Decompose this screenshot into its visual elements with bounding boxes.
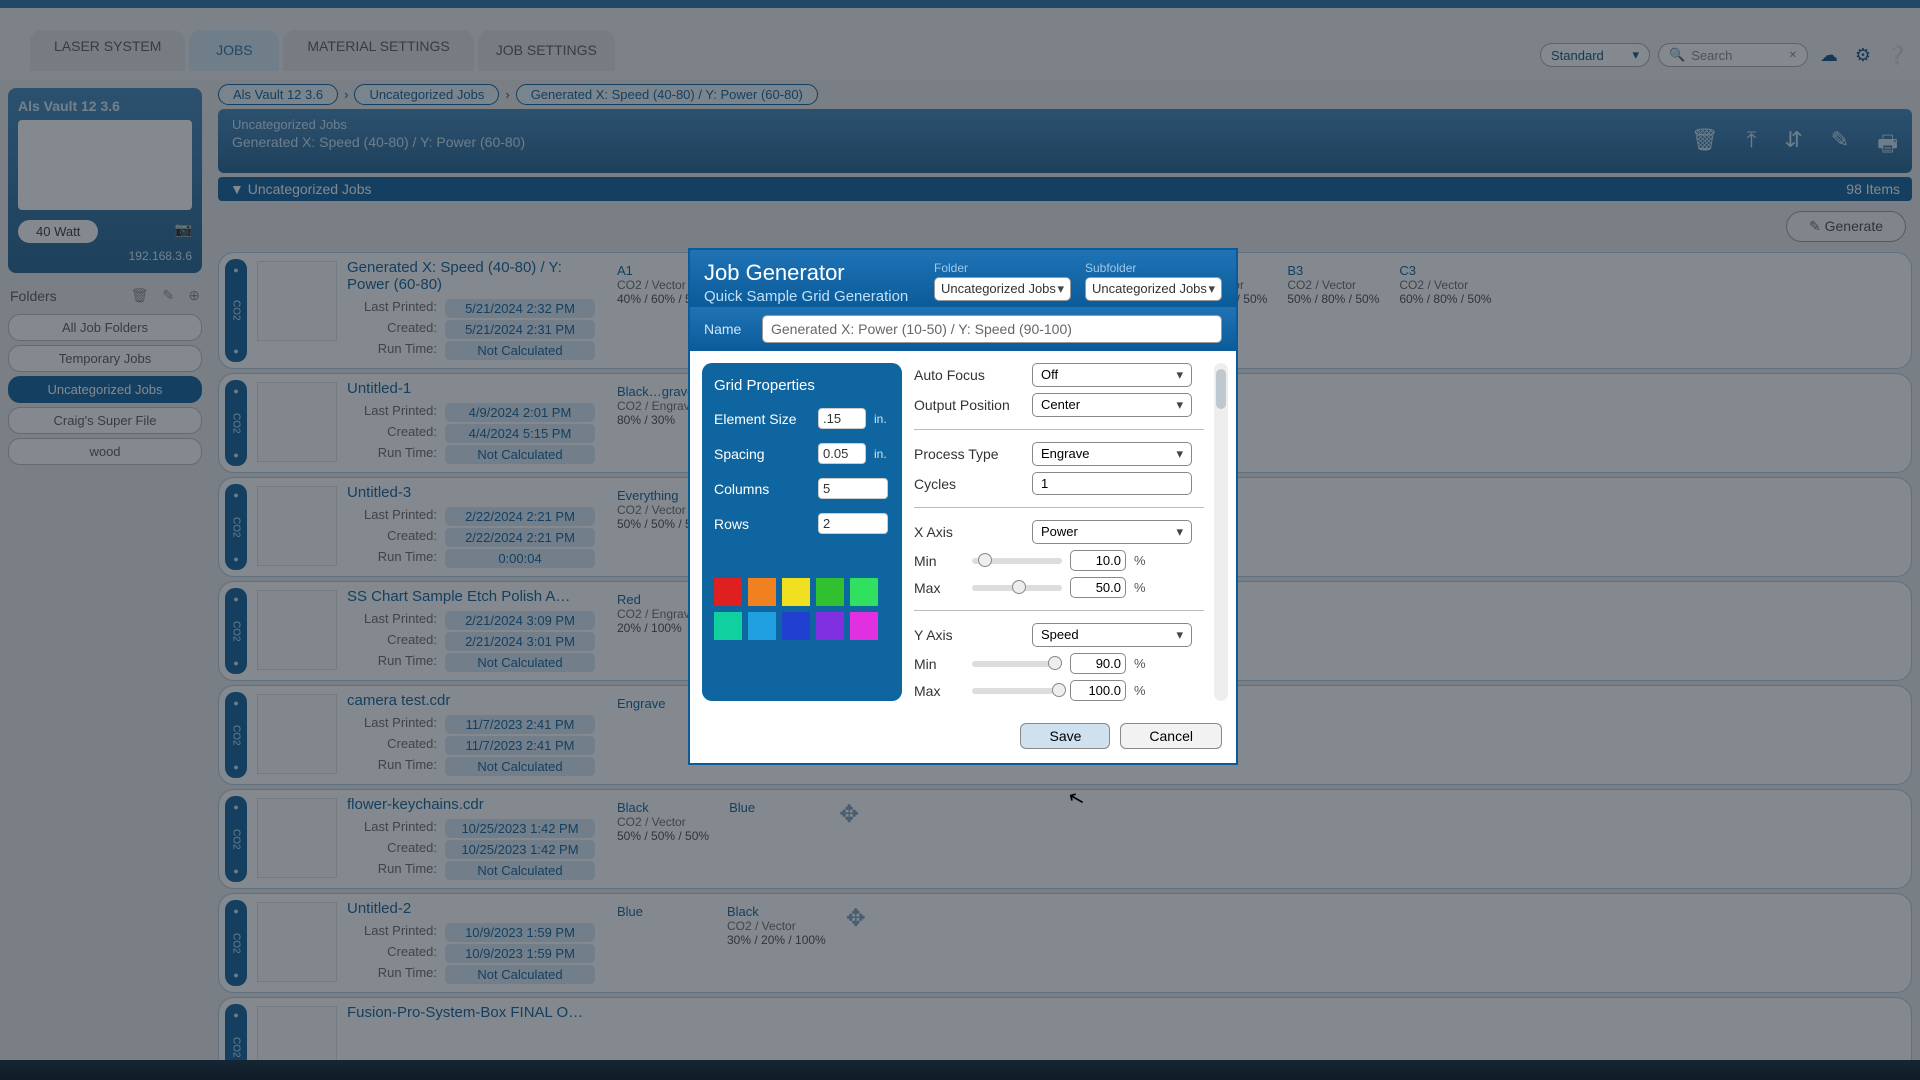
grid-title: Grid Properties (714, 377, 890, 394)
spacing-input[interactable] (818, 443, 866, 464)
xmin-value[interactable] (1070, 550, 1126, 571)
columns-input[interactable] (818, 478, 888, 499)
job-generator-modal: Job Generator Quick Sample Grid Generati… (688, 248, 1238, 765)
color-swatch[interactable] (714, 578, 742, 606)
color-swatch[interactable] (850, 612, 878, 640)
color-swatch[interactable] (782, 578, 810, 606)
ymin-slider[interactable] (972, 661, 1062, 667)
cancel-button[interactable]: Cancel (1120, 723, 1222, 749)
ymin-value[interactable] (1070, 653, 1126, 674)
ymax-value[interactable] (1070, 680, 1126, 701)
autofocus-select[interactable]: Off (1032, 363, 1192, 387)
color-swatch[interactable] (850, 578, 878, 606)
subfolder-select[interactable]: Uncategorized Jobs (1085, 277, 1222, 301)
color-swatch[interactable] (816, 578, 844, 606)
color-swatch[interactable] (816, 612, 844, 640)
process-type-select[interactable]: Engrave (1032, 442, 1192, 466)
color-swatch[interactable] (748, 578, 776, 606)
save-button[interactable]: Save (1020, 723, 1110, 749)
folder-select[interactable]: Uncategorized Jobs (934, 277, 1071, 301)
xmax-value[interactable] (1070, 577, 1126, 598)
name-input[interactable]: Generated X: Power (10-50) / Y: Speed (9… (762, 315, 1222, 343)
subfolder-label: Subfolder (1085, 261, 1222, 275)
xmax-slider[interactable] (972, 585, 1062, 591)
xmin-slider[interactable] (972, 558, 1062, 564)
name-label: Name (704, 321, 752, 337)
props-scrollbar[interactable] (1214, 363, 1228, 701)
yaxis-select[interactable]: Speed (1032, 623, 1192, 647)
color-swatch[interactable] (782, 612, 810, 640)
color-swatch[interactable] (714, 612, 742, 640)
cycles-input[interactable] (1032, 472, 1192, 495)
grid-properties-panel: Grid Properties Element Sizein. Spacingi… (702, 363, 902, 701)
folder-label: Folder (934, 261, 1071, 275)
element-size-input[interactable] (818, 408, 866, 429)
outputpos-select[interactable]: Center (1032, 393, 1192, 417)
rows-input[interactable] (818, 513, 888, 534)
color-swatch[interactable] (748, 612, 776, 640)
xaxis-select[interactable]: Power (1032, 520, 1192, 544)
ymax-slider[interactable] (972, 688, 1062, 694)
